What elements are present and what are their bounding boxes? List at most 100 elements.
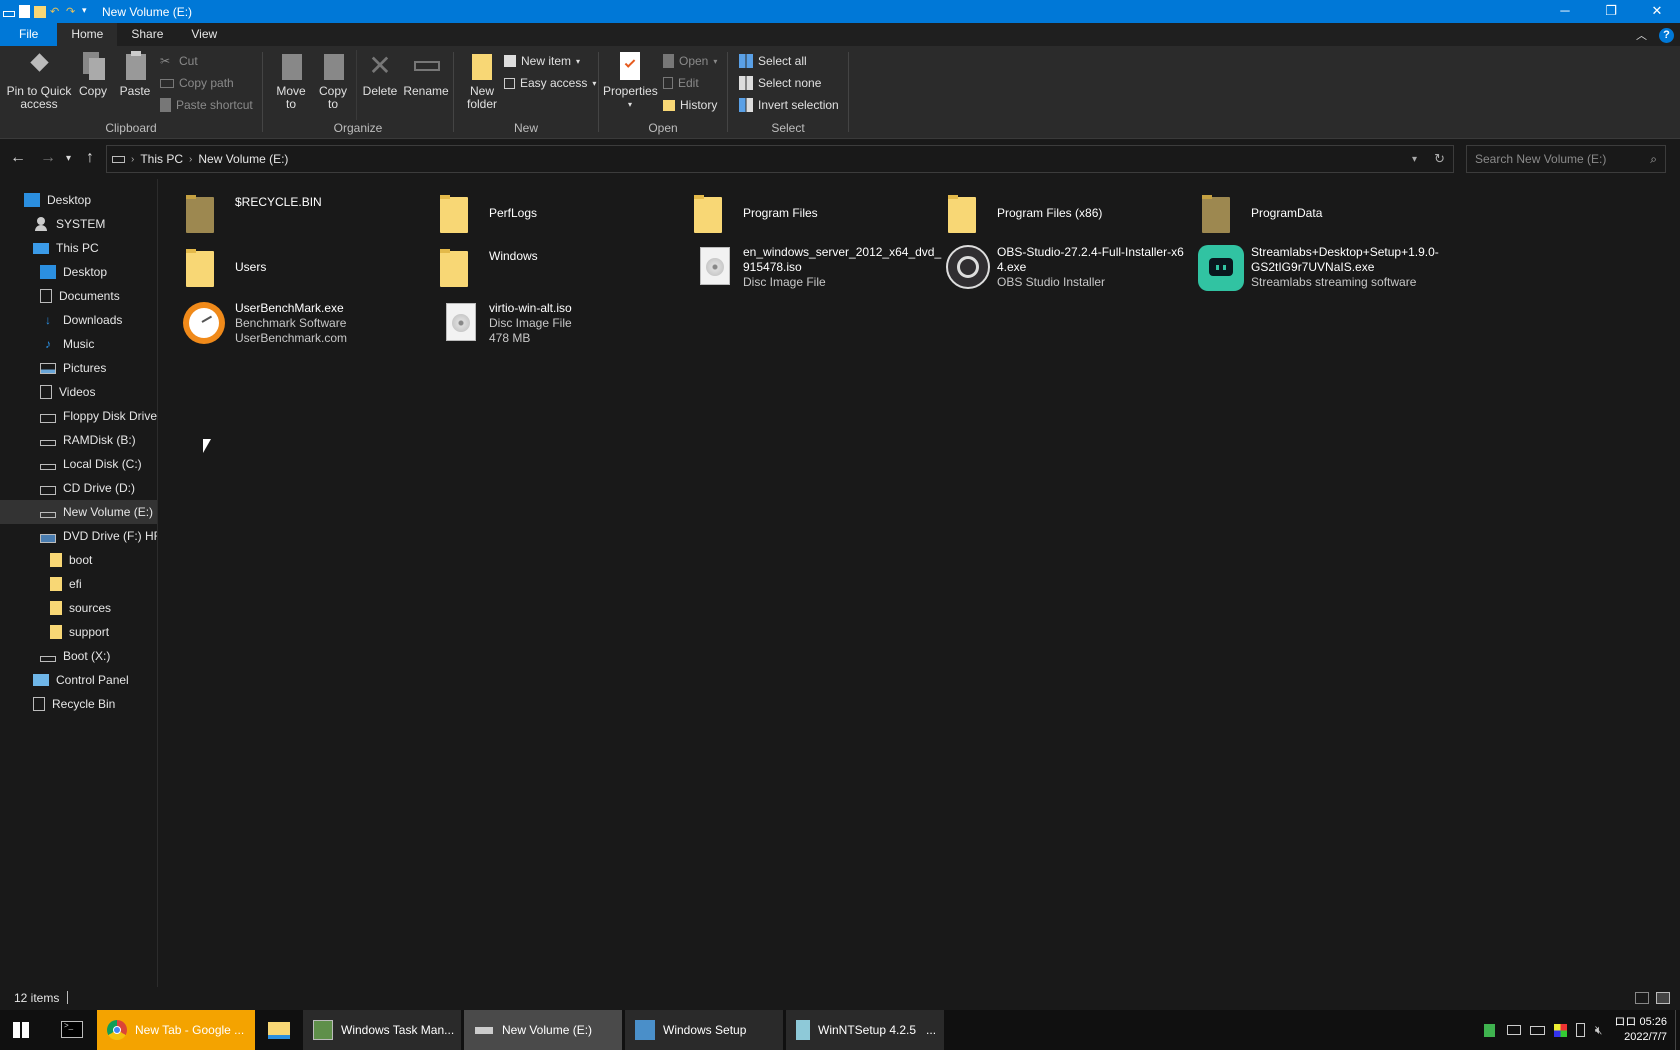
cut-button[interactable]: ✂ Cut: [160, 51, 198, 71]
new-folder-button[interactable]: New folder: [460, 50, 504, 111]
network-icon[interactable]: [1506, 1025, 1521, 1035]
up-arrow-icon[interactable]: ↑: [86, 149, 94, 167]
refresh-icon[interactable]: ↻: [1434, 151, 1445, 167]
nav-item-music[interactable]: ♪ Music: [0, 332, 157, 356]
nav-item-system[interactable]: SYSTEM: [0, 212, 157, 236]
rename-button[interactable]: Rename: [403, 50, 449, 98]
file-item[interactable]: Users: [180, 243, 430, 295]
properties-check-icon[interactable]: [19, 5, 30, 18]
new-item-button[interactable]: New item ▾: [504, 51, 580, 71]
history-button[interactable]: History: [663, 95, 717, 115]
nav-item-control-panel[interactable]: Control Panel: [0, 668, 157, 692]
start-button[interactable]: [0, 1010, 46, 1050]
breadcrumb-this-pc[interactable]: This PC: [140, 152, 183, 166]
nav-item-boot-x[interactable]: Boot (X:): [0, 644, 157, 668]
new-folder-icon[interactable]: [34, 5, 46, 18]
tab-file[interactable]: File: [0, 23, 58, 46]
restore-button[interactable]: ❐: [1588, 0, 1634, 23]
tray-green-icon[interactable]: [1483, 1023, 1495, 1037]
properties-button[interactable]: Properties ▾: [603, 50, 658, 111]
nav-item-dvd-drive-f[interactable]: DVD Drive (F:) HRN: [0, 524, 157, 548]
tab-home[interactable]: Home: [57, 23, 118, 46]
new-folder-label: New folder: [466, 84, 498, 111]
file-explorer-button[interactable]: [259, 1010, 299, 1050]
recent-locations-chevron-icon[interactable]: ▾: [66, 153, 71, 164]
address-bar[interactable]: › This PC › New Volume (E:) ▾ ↻: [106, 145, 1454, 173]
breadcrumb-chevron-icon[interactable]: ›: [189, 154, 192, 165]
file-item[interactable]: virtio-win-alt.iso Disc Image File 478 MB: [434, 299, 684, 351]
clock[interactable]: ロロ 05:26 2022/7/7: [1608, 1015, 1675, 1045]
copy-path-button[interactable]: Copy path: [160, 73, 234, 93]
nav-item-new-volume-e[interactable]: New Volume (E:): [0, 500, 157, 524]
invert-selection-button[interactable]: Invert selection: [739, 95, 839, 115]
nav-item-sources[interactable]: sources: [0, 596, 157, 620]
select-none-button[interactable]: Select none: [739, 73, 821, 93]
nav-item-recycle-bin[interactable]: Recycle Bin: [0, 692, 157, 716]
file-item[interactable]: en_windows_server_2012_x64_dvd_ 915478.i…: [688, 243, 941, 295]
nav-item-pictures[interactable]: Pictures: [0, 356, 157, 380]
taskbar-task-manager[interactable]: Windows Task Man...: [303, 1010, 461, 1050]
large-icons-view-icon[interactable]: [1656, 992, 1670, 1004]
volume-muted-icon[interactable]: 🔇︎: [1595, 1023, 1603, 1038]
forward-arrow-icon[interactable]: →: [40, 149, 56, 167]
file-item[interactable]: OBS-Studio-27.2.4-Full-Installer-x6 4.ex…: [942, 243, 1192, 295]
file-item[interactable]: PerfLogs: [434, 189, 684, 241]
customize-qat-icon[interactable]: ▾: [82, 5, 92, 19]
nav-item-support[interactable]: support: [0, 620, 157, 644]
breadcrumb-current[interactable]: New Volume (E:): [198, 152, 288, 166]
move-to-button[interactable]: Move to: [271, 50, 311, 111]
nav-item-desktop[interactable]: Desktop: [0, 260, 157, 284]
help-icon[interactable]: ?: [1659, 27, 1674, 43]
file-item[interactable]: Streamlabs+Desktop+Setup+1.9.0- GS2tIG9r…: [1196, 243, 1446, 295]
search-input[interactable]: Search New Volume (E:) ⌕: [1466, 145, 1666, 173]
nav-item-downloads[interactable]: ↓ Downloads: [0, 308, 157, 332]
file-item[interactable]: ProgramData: [1196, 189, 1446, 241]
nav-item-documents[interactable]: Documents: [0, 284, 157, 308]
storage-icon[interactable]: [1575, 1023, 1585, 1037]
collapse-ribbon-icon[interactable]: ︿: [1636, 27, 1647, 43]
minimize-button[interactable]: ─: [1542, 0, 1588, 23]
paste-shortcut-button[interactable]: Paste shortcut: [160, 95, 253, 115]
delete-button[interactable]: ✕ Delete: [359, 50, 401, 98]
paste-button[interactable]: Paste: [118, 50, 152, 98]
keyboard-icon[interactable]: [1529, 1025, 1545, 1035]
file-item[interactable]: Windows: [434, 243, 684, 295]
pin-to-quick-access-button[interactable]: Pin to Quick access: [6, 50, 72, 111]
close-button[interactable]: ✕: [1634, 0, 1680, 23]
nav-item-local-disk-c[interactable]: Local Disk (C:): [0, 452, 157, 476]
nav-item-this-pc[interactable]: This PC: [0, 236, 157, 260]
pictures-icon: [40, 362, 56, 374]
back-arrow-icon[interactable]: ←: [10, 149, 26, 167]
breadcrumb-chevron-icon[interactable]: ›: [131, 154, 134, 165]
file-item[interactable]: Program Files: [688, 189, 938, 241]
copy-to-button[interactable]: Copy to: [313, 50, 353, 111]
address-history-chevron-icon[interactable]: ▾: [1412, 154, 1417, 165]
file-item[interactable]: UserBenchMark.exe Benchmark Software UserB…: [180, 299, 430, 351]
redo-icon[interactable]: ↷: [66, 5, 78, 19]
tab-view[interactable]: View: [177, 23, 231, 46]
color-app-icon[interactable]: [1553, 1023, 1567, 1037]
select-all-button[interactable]: Select all: [739, 51, 807, 71]
taskbar-winntsetup[interactable]: WinNTSetup 4.2.5 ...: [786, 1010, 944, 1050]
easy-access-button[interactable]: Easy access ▾: [504, 73, 596, 93]
taskbar-chrome[interactable]: New Tab - Google ...: [97, 1010, 255, 1050]
terminal-button[interactable]: >_: [50, 1010, 94, 1050]
nav-item-boot[interactable]: boot: [0, 548, 157, 572]
nav-item-floppy[interactable]: Floppy Disk Drive: [0, 404, 157, 428]
taskbar-windows-setup[interactable]: Windows Setup: [625, 1010, 783, 1050]
nav-item-cd-drive-d[interactable]: CD Drive (D:): [0, 476, 157, 500]
details-view-icon[interactable]: [1635, 992, 1649, 1004]
nav-item-efi[interactable]: efi: [0, 572, 157, 596]
nav-item-videos[interactable]: Videos: [0, 380, 157, 404]
open-button[interactable]: Open ▾: [663, 51, 717, 71]
file-item[interactable]: $RECYCLE.BIN: [180, 189, 430, 241]
nav-item-desktop-root[interactable]: Desktop: [0, 188, 157, 212]
undo-icon[interactable]: ↶: [50, 5, 62, 19]
show-desktop-button[interactable]: [1675, 1010, 1680, 1050]
tab-share[interactable]: Share: [117, 23, 177, 46]
copy-button[interactable]: Copy: [76, 50, 110, 98]
nav-item-ramdisk[interactable]: RAMDisk (B:): [0, 428, 157, 452]
file-item[interactable]: Program Files (x86): [942, 189, 1192, 241]
edit-button[interactable]: Edit: [663, 73, 699, 93]
taskbar-new-volume[interactable]: New Volume (E:): [464, 1010, 622, 1050]
